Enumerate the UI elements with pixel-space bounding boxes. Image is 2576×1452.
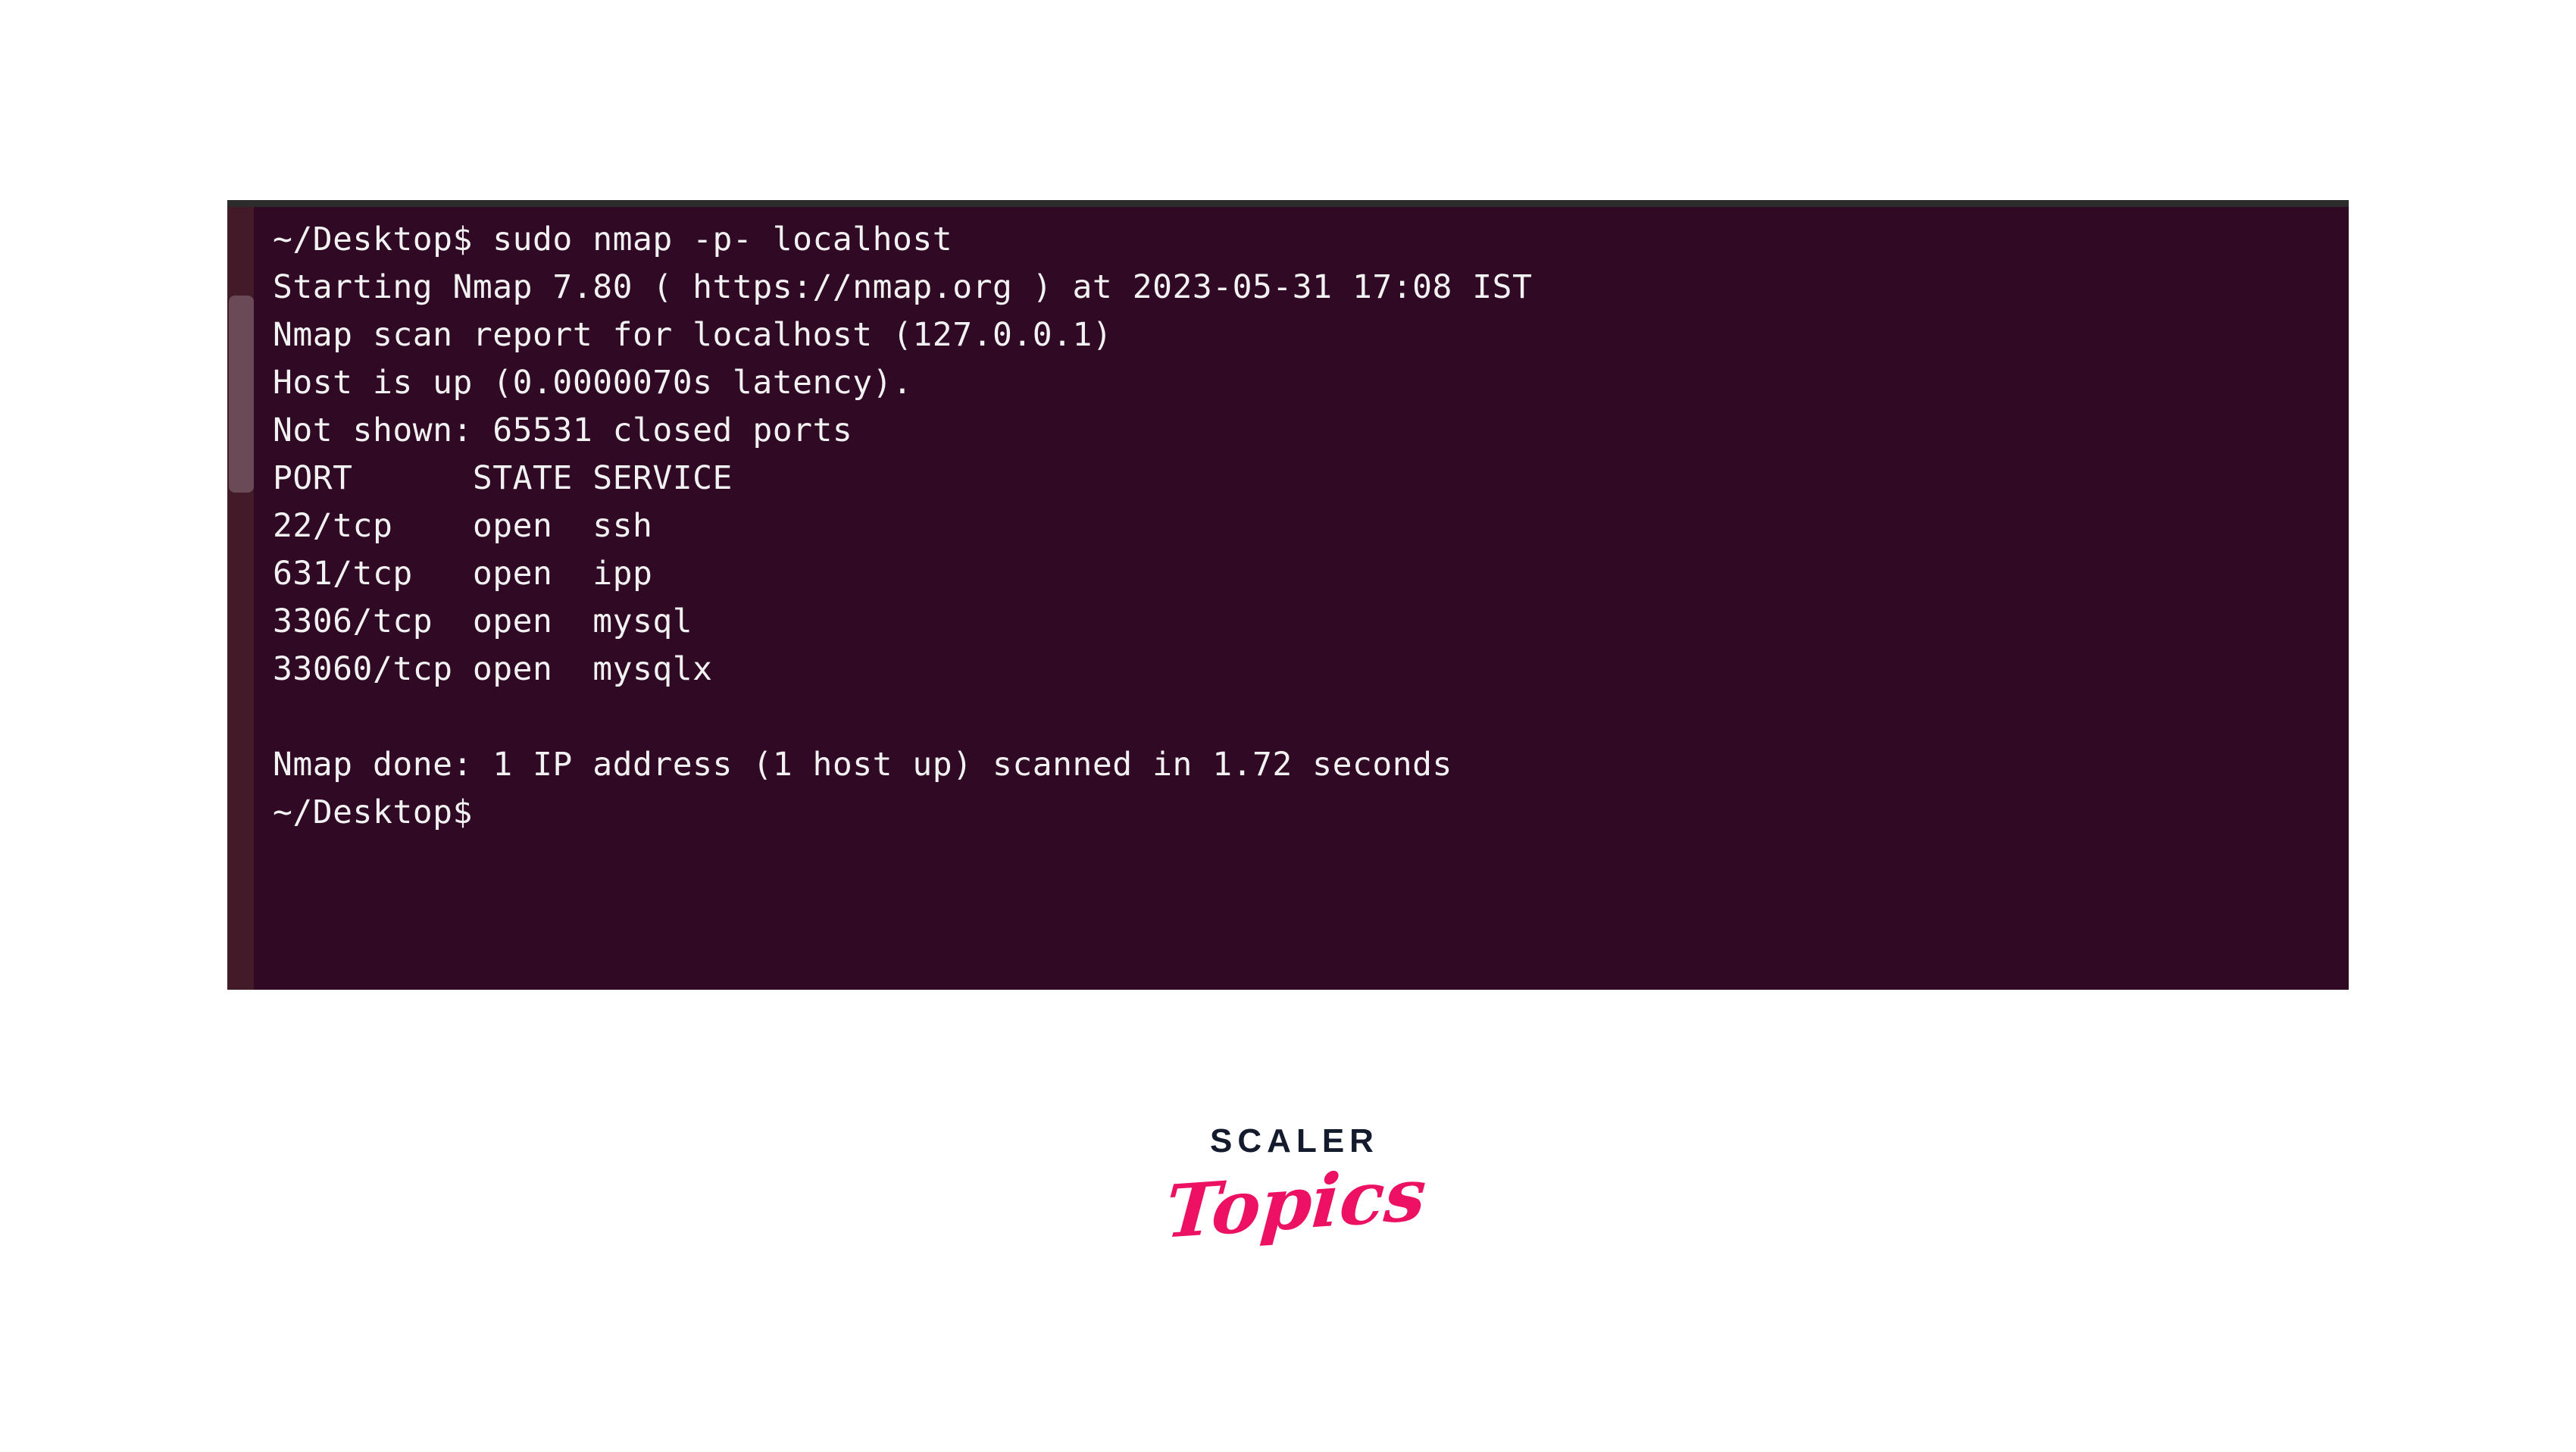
terminal-output[interactable]: ~/Desktop$ sudo nmap -p- localhost Start… <box>254 207 2349 990</box>
terminal-window: ~/Desktop$ sudo nmap -p- localhost Start… <box>227 200 2349 990</box>
terminal-line-scan-report: Nmap scan report for localhost (127.0.0.… <box>273 316 1113 354</box>
scrollbar-thumb[interactable] <box>229 296 254 493</box>
vertical-scrollbar[interactable] <box>227 207 254 990</box>
port-table-header: PORT STATE SERVICE <box>273 459 733 497</box>
terminal-line-trailing-prompt: ~/Desktop$ <box>273 793 473 831</box>
terminal-line-starting-nmap: Starting Nmap 7.80 ( https://nmap.org ) … <box>273 268 1533 306</box>
port-table-row-ssh: 22/tcp open ssh <box>273 507 653 545</box>
terminal-line-nmap-done: Nmap done: 1 IP address (1 host up) scan… <box>273 746 1452 784</box>
terminal-line-prompt-command: ~/Desktop$ sudo nmap -p- localhost <box>273 221 953 258</box>
port-table-row-mysqlx: 33060/tcp open mysqlx <box>273 650 713 688</box>
terminal-line-host-up: Host is up (0.0000070s latency). <box>273 364 913 402</box>
port-table-row-ipp: 631/tcp open ipp <box>273 555 653 593</box>
scaler-topics-logo: SCALER Topics <box>1163 1122 1429 1319</box>
terminal-titlebar <box>227 200 2349 207</box>
logo-script-topics: Topics <box>1162 1151 1429 1255</box>
terminal-line-not-shown: Not shown: 65531 closed ports <box>273 412 853 449</box>
port-table-row-mysql: 3306/tcp open mysql <box>273 602 693 640</box>
logo-script-wrap: Topics <box>1163 1151 1429 1272</box>
